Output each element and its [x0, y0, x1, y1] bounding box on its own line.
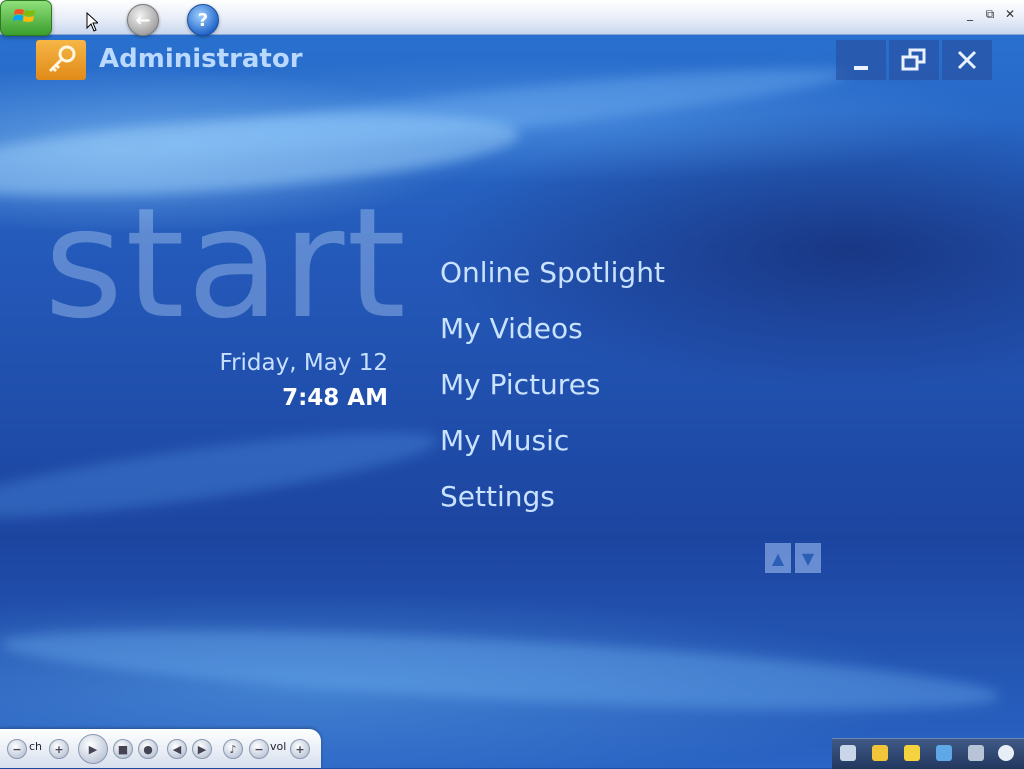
menu-item-settings[interactable]: Settings — [440, 478, 665, 534]
volume-up-button[interactable]: + — [290, 739, 310, 759]
minimize-icon — [854, 66, 868, 70]
user-avatar — [36, 40, 86, 80]
windows-flag-icon — [13, 9, 35, 22]
channel-up-button[interactable]: + — [49, 739, 69, 759]
start-heading: start — [44, 175, 409, 352]
close-icon — [957, 50, 977, 70]
stop-button[interactable]: ■ — [113, 739, 133, 759]
key-icon — [48, 45, 76, 73]
scroll-up-button[interactable]: ▲ — [765, 543, 791, 573]
record-button[interactable]: ● — [138, 739, 158, 759]
search-icon[interactable] — [840, 745, 856, 761]
play-icon: ▶ — [88, 742, 98, 756]
light-streak — [0, 415, 442, 535]
plus-icon: + — [295, 742, 305, 756]
next-button[interactable]: ▶ — [192, 739, 212, 759]
mute-button[interactable]: ♪ — [223, 739, 243, 759]
speaker-icon: ♪ — [229, 742, 237, 756]
menu-item-my-music[interactable]: My Music — [440, 422, 665, 478]
help-button[interactable]: ? — [187, 4, 219, 36]
date-label: Friday, May 12 — [219, 350, 388, 376]
window-minimize-button[interactable]: _ — [962, 7, 978, 21]
network-icon[interactable] — [936, 745, 952, 761]
back-arrow-icon: ← — [135, 9, 151, 31]
start-button[interactable] — [0, 0, 52, 36]
mc-restore-button[interactable] — [889, 40, 939, 80]
scroll-down-button[interactable]: ▼ — [795, 543, 821, 573]
notification-icon[interactable] — [872, 745, 888, 761]
menu-item-my-pictures[interactable]: My Pictures — [440, 366, 665, 422]
record-icon: ● — [143, 742, 153, 756]
minus-icon: − — [12, 742, 22, 756]
transport-controls: − ch + ▶ ■ ● ◀ ▶ ♪ − vol + — [0, 729, 321, 768]
time-label: 7:48 AM — [282, 385, 388, 411]
channel-down-button[interactable]: − — [7, 739, 27, 759]
user-name: Administrator — [99, 44, 303, 74]
back-button[interactable]: ← — [127, 4, 159, 36]
menu-item-my-videos[interactable]: My Videos — [440, 310, 665, 366]
chevron-down-icon: ▼ — [801, 548, 815, 568]
skip-back-icon: ◀ — [172, 742, 182, 756]
mc-close-button[interactable] — [942, 40, 992, 80]
mouse-cursor-icon — [86, 12, 98, 32]
skip-forward-icon: ▶ — [197, 742, 207, 756]
window-restore-button[interactable]: ⧉ — [982, 7, 998, 22]
light-streak — [0, 613, 1001, 727]
display-icon[interactable] — [968, 745, 984, 761]
clock-icon[interactable] — [998, 745, 1014, 761]
previous-button[interactable]: ◀ — [167, 739, 187, 759]
mc-minimize-button[interactable] — [836, 40, 886, 80]
volume-down-button[interactable]: − — [249, 739, 269, 759]
help-icon: ? — [197, 9, 209, 31]
window-close-button[interactable]: ✕ — [1002, 7, 1018, 21]
channel-label: ch — [29, 740, 43, 753]
menu-item-online-spotlight[interactable]: Online Spotlight — [440, 254, 665, 310]
plus-icon: + — [54, 742, 64, 756]
power-icon[interactable] — [904, 745, 920, 761]
system-tray — [832, 738, 1024, 769]
stop-icon: ■ — [117, 742, 129, 756]
volume-label: vol — [270, 740, 287, 753]
minus-icon: − — [254, 742, 264, 756]
restore-icon — [901, 48, 926, 71]
play-button[interactable]: ▶ — [78, 734, 108, 764]
title-bar: ← ? _ ⧉ ✕ — [0, 0, 1024, 36]
chevron-up-icon: ▲ — [771, 548, 785, 568]
start-menu-list: Online Spotlight My Videos My Pictures M… — [440, 254, 665, 534]
